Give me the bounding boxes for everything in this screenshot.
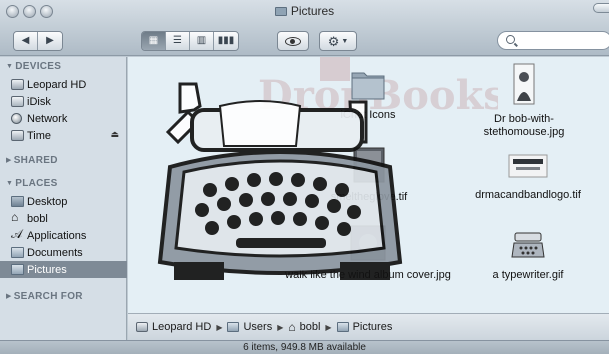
pictures-folder-icon [336,322,349,332]
sidebar-item-time[interactable]: Time ⏏ [0,127,127,144]
toolbar-toggle-button[interactable] [593,3,609,13]
hard-drive-icon [136,322,148,332]
search-input[interactable] [520,34,605,47]
action-menu-button[interactable]: ⚙ ▼ [319,31,357,51]
file-item-ichat-icons[interactable]: iChat Icons [318,67,418,122]
view-mode-switcher: ▦ ☰ ▥ ▮▮▮ [141,31,239,51]
eye-icon [285,36,301,46]
home-icon: ⌂ [11,210,19,224]
chevron-down-icon: ▼ [341,37,349,45]
file-item-walk-like-the-wind[interactable]: walk like the wind album cover.jpg [278,225,458,282]
column-view-icon: ▥ [196,35,207,46]
sidebar-section-places[interactable]: ▼ PLACES [6,178,58,189]
sidebar-item-documents[interactable]: Documents [0,244,127,261]
path-separator-icon: ▶ [277,322,284,332]
sidebar-item-applications[interactable]: 𝒜 Applications [0,227,127,244]
image-thumbnail-icon [508,154,548,178]
file-item-dr-bob[interactable]: Dr bob-with-stethomouse.jpg [464,63,584,139]
idisk-icon [11,96,24,107]
hard-drive-icon [11,79,24,90]
network-globe-icon [11,113,22,124]
file-item-drmacandbandlogo[interactable]: drmacandbandlogo.tif [458,151,598,202]
file-name: a typewriter.gif [492,269,564,281]
file-name: Dr bob-with-stethomouse.jpg [483,113,565,138]
home-icon: ⌂ [288,320,296,334]
disclosure-closed-icon: ▶ [6,157,12,164]
desktop-icon [11,196,24,207]
back-forward-buttons: ◀ ▶ [13,31,63,51]
icon-view-button[interactable]: ▦ [142,32,166,50]
disclosure-open-icon: ▼ [6,180,14,187]
sidebar-item-desktop[interactable]: Desktop [0,193,127,210]
status-bar: 6 items, 949.8 MB available [0,340,609,354]
file-name: walk like the wind album cover.jpg [285,269,451,281]
list-view-button[interactable]: ☰ [166,32,190,50]
file-name: iChat Icons [340,109,396,121]
finder-window: Pictures ◀ ▶ ▦ ☰ ▥ ▮▮▮ ⚙ ▼ ▼ DEVICES Leo… [0,0,609,354]
title-toolbar: Pictures ◀ ▶ ▦ ☰ ▥ ▮▮▮ ⚙ ▼ [0,0,609,56]
path-crumb-bobl[interactable]: ⌂ bobl [288,320,320,334]
sidebar-item-leopard-hd[interactable]: Leopard HD [0,76,127,93]
path-bar: Leopard HD ▶ Users ▶ ⌂ bobl ▶ Pictures [128,313,609,340]
path-separator-icon: ▶ [216,322,223,332]
eject-icon[interactable]: ⏏ [110,129,119,140]
sidebar-section-devices[interactable]: ▼ DEVICES [6,61,61,72]
search-field[interactable] [497,31,609,50]
sidebar: ▼ DEVICES Leopard HD iDisk Network Time ⏏… [0,57,127,340]
folder-icon [351,72,385,100]
applications-icon: 𝒜 [11,227,23,241]
sidebar-item-network[interactable]: Network [0,110,127,127]
folder-icon [274,7,287,16]
file-icon-view: DropBooks iChat Icons Dr bob-with-stetho… [128,57,609,313]
forward-button[interactable]: ▶ [38,32,62,50]
gear-icon: ⚙ [327,33,340,49]
file-item-a-typewriter[interactable]: a typewriter.gif [468,227,588,282]
drive-icon [11,130,24,141]
sidebar-section-search-for[interactable]: ▶ SEARCH FOR [6,291,83,302]
sidebar-section-shared[interactable]: ▶ SHARED [6,155,58,166]
icon-view-icon: ▦ [148,35,159,46]
quick-look-button[interactable] [277,31,309,51]
path-separator-icon: ▶ [325,322,332,332]
back-button[interactable]: ◀ [14,32,38,50]
disclosure-open-icon: ▼ [6,63,14,70]
window-title: Pictures [0,4,609,18]
image-thumbnail-icon [513,63,535,105]
typewriter-icon [511,232,545,258]
coverflow-view-icon: ▮▮▮ [217,35,235,46]
path-crumb-pictures[interactable]: Pictures [336,321,392,333]
coverflow-view-button[interactable]: ▮▮▮ [214,32,238,50]
column-view-button[interactable]: ▥ [190,32,214,50]
file-name: drmacandbandlogo.tif [475,189,581,201]
image-thumbnail-icon [353,147,385,183]
path-crumb-leopard-hd[interactable]: Leopard HD [136,321,211,333]
folder-icon [11,247,24,258]
path-crumb-users[interactable]: Users [227,321,272,333]
sidebar-item-pictures[interactable]: Pictures [0,261,127,278]
file-item-smeltheglove[interactable]: smeltheglove.tif [314,147,424,204]
file-name: smeltheglove.tif [330,191,408,203]
image-thumbnail-icon [350,225,386,261]
sidebar-item-idisk[interactable]: iDisk [0,93,127,110]
list-view-icon: ☰ [173,35,182,46]
forward-arrow-icon: ▶ [46,35,54,46]
sidebar-item-bobl[interactable]: ⌂ bobl [0,210,127,227]
disclosure-closed-icon: ▶ [6,293,12,300]
folder-icon [227,322,240,332]
search-icon [506,35,515,44]
back-arrow-icon: ◀ [21,35,30,46]
pictures-folder-icon [11,264,24,275]
